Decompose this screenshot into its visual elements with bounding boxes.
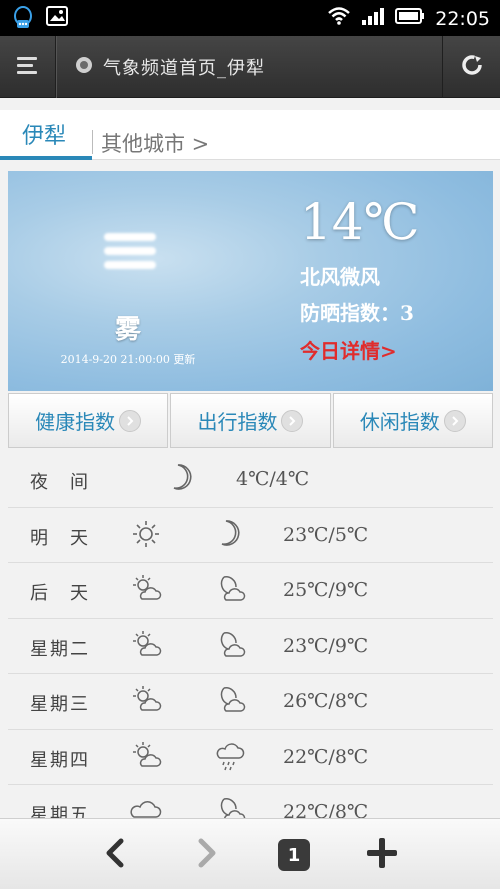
- rain-cloud-icon: [214, 740, 246, 776]
- chevron-right-icon: [443, 409, 466, 432]
- partly-cloudy-icon: [130, 573, 162, 609]
- forecast-day: 星期三: [30, 694, 90, 715]
- tab-label: 出行指数: [197, 410, 278, 434]
- current-temperature: 14℃: [300, 193, 420, 251]
- moon-icon: [166, 462, 196, 496]
- back-button[interactable]: [93, 833, 137, 877]
- forecast-range: 22℃/8℃: [283, 745, 369, 768]
- partly-cloudy-icon: [130, 684, 162, 720]
- forecast-day: 明 天: [30, 527, 90, 549]
- plus-icon: [365, 836, 399, 874]
- today-detail-link[interactable]: 今日详情>: [300, 335, 397, 364]
- chevron-left-icon: [103, 837, 127, 873]
- tab-count-badge: 1: [278, 839, 310, 871]
- forecast-range: 26℃/8℃: [283, 690, 369, 712]
- status-time: 22:05: [435, 7, 490, 30]
- page-title: 气象频道首页_伊犁: [103, 58, 265, 79]
- sunscreen-index: 防晒指数：3: [300, 301, 414, 325]
- city-bar: 伊犁 其他城市 >: [0, 110, 500, 160]
- partly-cloudy-icon: [130, 740, 162, 776]
- partly-cloudy-icon: [130, 629, 162, 665]
- tab-travel-index[interactable]: 出行指数: [170, 393, 331, 448]
- hamburger-icon: [16, 55, 40, 79]
- forecast-day: 夜 间: [30, 472, 90, 493]
- forecast-range: 4℃/4℃: [236, 468, 310, 490]
- forecast-day: 星期四: [30, 749, 90, 771]
- forecast-row: 星期二 23℃/9℃: [8, 619, 493, 674]
- address-bar[interactable]: 气象频道首页_伊犁: [56, 36, 442, 98]
- forecast-row: 星期三 26℃/8℃: [8, 674, 493, 730]
- forecast-list: 夜 间 4℃/4℃ 明 天 23℃/5℃ 后 天 25℃/9℃ 星期二 23℃/…: [8, 452, 493, 822]
- qq-notification-icon: [12, 6, 34, 34]
- index-tabs: 健康指数 出行指数 休闲指数: [8, 393, 493, 448]
- chevron-right-icon: [281, 409, 304, 432]
- forecast-row: 后 天 25℃/9℃: [8, 563, 493, 619]
- chevron-right-icon: [119, 409, 142, 432]
- forecast-range: 23℃/5℃: [283, 523, 369, 546]
- moon-icon: [214, 518, 244, 552]
- current-city-tab[interactable]: 伊犁: [22, 118, 66, 150]
- reload-button[interactable]: [442, 36, 500, 98]
- sun-icon: [130, 518, 162, 554]
- updated-time: 2014-9-20 21:00:00 更新: [60, 353, 196, 366]
- forward-button[interactable]: [185, 833, 229, 877]
- tab-label: 休闲指数: [359, 410, 440, 434]
- fog-icon: [100, 229, 160, 277]
- forecast-row: 星期五 22℃/8℃: [8, 785, 493, 822]
- wind-info: 北风微风: [300, 265, 380, 289]
- weather-condition: 雾: [114, 315, 141, 345]
- tab-leisure-index[interactable]: 休闲指数: [332, 393, 493, 448]
- other-cities-link[interactable]: 其他城市 >: [101, 128, 209, 158]
- tab-label: 健康指数: [35, 410, 116, 434]
- forecast-row: 明 天 23℃/5℃: [8, 508, 493, 563]
- cloudy-night-icon: [214, 684, 246, 720]
- tab-health-index[interactable]: 健康指数: [8, 393, 169, 448]
- signal-icon: [361, 6, 385, 31]
- forecast-range: 25℃/9℃: [283, 579, 369, 601]
- tabs-button[interactable]: 1: [272, 833, 316, 877]
- forecast-range: 23℃/9℃: [283, 634, 369, 657]
- new-tab-button[interactable]: [360, 833, 404, 877]
- chevron-right-icon: [195, 837, 219, 873]
- reload-icon: [460, 53, 484, 81]
- browser-toolbar: 气象频道首页_伊犁: [0, 36, 500, 98]
- forecast-row: 夜 间 4℃/4℃: [8, 452, 493, 508]
- city-tab-indicator: [0, 156, 92, 160]
- wifi-icon: [327, 6, 351, 31]
- forecast-day: 星期二: [30, 638, 90, 660]
- battery-icon: [395, 7, 425, 30]
- current-weather-panel: 雾 2014-9-20 21:00:00 更新 14℃ 北风微风 防晒指数：3 …: [8, 171, 493, 391]
- menu-button[interactable]: [0, 36, 56, 98]
- cloudy-night-icon: [214, 573, 246, 609]
- city-divider: [92, 130, 93, 154]
- forecast-row: 星期四 22℃/8℃: [8, 730, 493, 785]
- image-notification-icon: [46, 6, 68, 34]
- forecast-day: 后 天: [30, 583, 90, 604]
- browser-bottom-bar: 1: [0, 818, 500, 889]
- status-bar: 22:05: [0, 0, 500, 36]
- site-favicon-icon: [75, 56, 93, 78]
- cloudy-night-icon: [214, 629, 246, 665]
